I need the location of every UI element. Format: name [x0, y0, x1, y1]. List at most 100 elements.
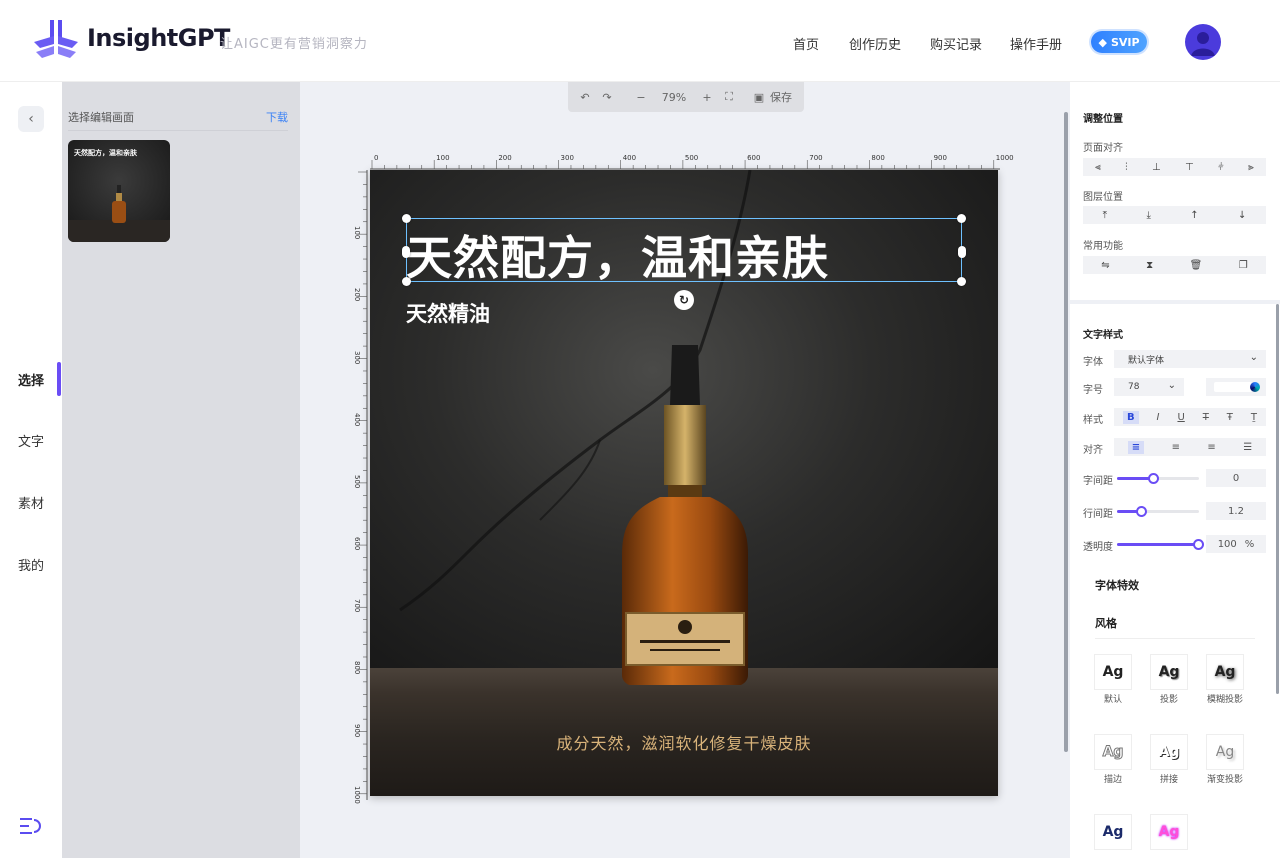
ruler-tick-label: 400	[622, 154, 637, 162]
collapse-button[interactable]: ‹	[18, 106, 44, 132]
leftnav-select[interactable]: 选择	[0, 370, 62, 389]
zoom-out-button[interactable]: −	[630, 91, 652, 104]
resize-handle-left[interactable]	[402, 246, 410, 258]
italic-icon[interactable]: I	[1157, 412, 1160, 423]
text-align-center-icon[interactable]: ≡	[1172, 442, 1180, 453]
text-align-right-icon[interactable]: ≡	[1207, 442, 1215, 453]
font-select[interactable]: 默认字体 ⌄	[1114, 350, 1266, 368]
text-color-picker[interactable]	[1206, 378, 1266, 396]
font-size-value: 78	[1128, 382, 1140, 392]
effect-label: 描边	[1103, 775, 1122, 785]
letter-spacing-slider[interactable]	[1117, 473, 1199, 484]
ruler-tick-label: 800	[871, 154, 885, 162]
letter-spacing-label: 字间距	[1083, 476, 1113, 487]
effect-card-6[interactable]: Ag	[1094, 814, 1132, 850]
nav-home[interactable]: 首页	[793, 34, 819, 53]
line-height-value[interactable]: 1.2	[1206, 502, 1266, 520]
poster-subheadline[interactable]: 天然精油	[406, 298, 490, 328]
bold-icon[interactable]: B	[1122, 410, 1139, 424]
redo-icon[interactable]: ↷	[596, 91, 618, 104]
ruler-tick-label: 100	[353, 226, 361, 240]
logo-icon	[34, 20, 78, 58]
bottle-thumbnail-icon	[112, 185, 126, 223]
hourglass-icon[interactable]: ⧗	[1146, 260, 1153, 271]
bring-forward-icon[interactable]: ↑	[1190, 210, 1198, 221]
bring-to-front-icon[interactable]: ⤒	[1103, 210, 1107, 221]
text-align-left-icon[interactable]: ≡	[1127, 440, 1145, 454]
properties-panel: 调整位置 页面对齐 ⫷ ⫶ ⊥ ⊤ ⫩ ⫸ 图层位置 ⤒ ⤓ ↑ ↓ 常用功能 …	[1070, 82, 1280, 858]
canvas-scrollbar[interactable]	[1064, 112, 1068, 752]
effect-card-1[interactable]: Ag	[1150, 654, 1188, 690]
effect-sample: Ag	[1214, 664, 1236, 680]
ruler-tick-label: 200	[498, 154, 512, 162]
align-top-icon[interactable]: ⊤	[1185, 162, 1194, 173]
nav-purchases[interactable]: 购买记录	[930, 34, 982, 53]
resize-handle-tr[interactable]	[957, 214, 966, 223]
undo-icon[interactable]: ↶	[574, 91, 596, 104]
nav-manual[interactable]: 操作手册	[1010, 34, 1062, 53]
ruler-tick-label: 900	[933, 154, 947, 162]
resize-handle-right[interactable]	[958, 246, 966, 258]
panel-scrollbar[interactable]	[1276, 304, 1279, 694]
text-align-justify-icon[interactable]: ☰	[1243, 442, 1252, 453]
text-transform-icon[interactable]: Ŧ	[1227, 412, 1233, 423]
download-button[interactable]: 下载	[266, 109, 288, 125]
send-backward-icon[interactable]: ↓	[1238, 210, 1246, 221]
slider-knob[interactable]	[1135, 506, 1147, 517]
page-thumbnail[interactable]: 天然配方，温和亲肤	[68, 140, 170, 242]
fit-screen-icon[interactable]: ⛶	[718, 90, 740, 104]
align-left-icon[interactable]: ⫷	[1095, 162, 1101, 173]
save-icon[interactable]: ▣	[748, 91, 770, 104]
chevron-down-icon: ⌄	[1249, 352, 1258, 363]
line-height-slider[interactable]	[1117, 506, 1199, 517]
effect-card-2[interactable]: Ag	[1206, 654, 1244, 690]
menu-fold-icon[interactable]	[20, 817, 42, 835]
letter-spacing-value[interactable]: 0	[1206, 469, 1266, 487]
text-baseline-icon[interactable]: Ṯ	[1251, 412, 1257, 423]
align-vcenter-icon[interactable]: ⫩	[1218, 162, 1224, 173]
resize-handle-tl[interactable]	[402, 214, 411, 223]
align-right-icon[interactable]: ⫸	[1248, 162, 1254, 173]
ruler-tick-label: 800	[353, 661, 361, 675]
effect-sample: Ag	[1158, 824, 1180, 840]
nav-history[interactable]: 创作历史	[849, 34, 901, 53]
leftnav-material[interactable]: 素材	[0, 493, 62, 512]
underline-icon[interactable]: U	[1177, 412, 1184, 423]
zoom-in-button[interactable]: +	[696, 91, 718, 104]
slider-knob[interactable]	[1147, 473, 1159, 484]
effect-card-0[interactable]: Ag	[1094, 654, 1132, 690]
align-hcenter-icon[interactable]: ⫶	[1125, 162, 1128, 173]
opacity-label: 透明度	[1083, 542, 1113, 553]
resize-handle-br[interactable]	[957, 277, 966, 286]
top-header: InsightGPT 让AIGC更有营销洞察力 首页 创作历史 购买记录 操作手…	[0, 0, 1280, 82]
chevron-down-icon: ⌄	[1167, 380, 1176, 391]
text-style-toolbar: B I U T Ŧ Ṯ	[1114, 408, 1266, 426]
effect-card-5[interactable]: Ag	[1206, 734, 1244, 770]
effect-card-3[interactable]: Ag	[1094, 734, 1132, 770]
user-avatar[interactable]	[1185, 24, 1221, 60]
leftnav-mine[interactable]: 我的	[0, 555, 62, 574]
horizontal-ruler-labels: 0 100 200 300 400 500 600 700 800 900 1000	[370, 154, 1014, 164]
save-button[interactable]: 保存	[770, 89, 792, 105]
send-to-back-icon[interactable]: ⤓	[1146, 210, 1150, 221]
rotate-icon[interactable]: ↻	[674, 290, 694, 310]
flip-icon[interactable]: ⇋	[1101, 260, 1109, 271]
color-swatch	[1214, 382, 1252, 392]
strikethrough-icon[interactable]: T	[1203, 412, 1209, 423]
align-bottom-icon[interactable]: ⊥	[1152, 162, 1161, 173]
selection-box[interactable]	[402, 214, 966, 286]
effect-card-4[interactable]: Ag	[1150, 734, 1188, 770]
leftnav-text[interactable]: 文字	[0, 431, 62, 450]
copy-icon[interactable]: ❐	[1239, 260, 1248, 271]
delete-icon[interactable]: 🗑	[1190, 260, 1203, 271]
user-icon	[1191, 32, 1215, 56]
slider-fill	[1117, 543, 1199, 546]
opacity-slider[interactable]	[1117, 539, 1204, 550]
resize-handle-bl[interactable]	[402, 277, 411, 286]
poster-footer-text[interactable]: 成分天然，滋润软化修复干燥皮肤	[370, 730, 998, 754]
font-size-select[interactable]: 78 ⌄	[1114, 378, 1184, 396]
opacity-value-box[interactable]: 100 %	[1206, 535, 1266, 553]
effect-card-7[interactable]: Ag	[1150, 814, 1188, 850]
slider-knob[interactable]	[1193, 539, 1204, 550]
vip-badge[interactable]: ◆ SVIP	[1091, 31, 1147, 53]
